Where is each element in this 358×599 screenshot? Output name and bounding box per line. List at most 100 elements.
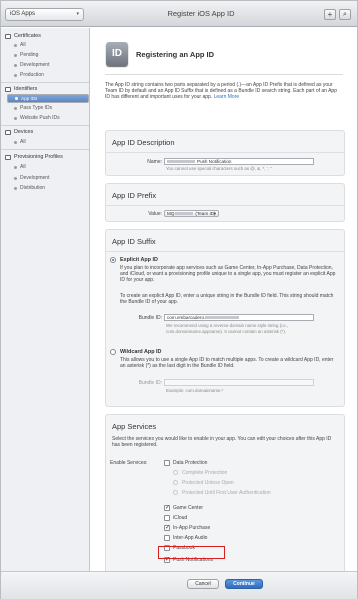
bundle-id-label: Bundle ID:	[138, 315, 162, 321]
add-button[interactable]: +	[324, 9, 336, 20]
section-heading: Registering an App ID	[136, 50, 215, 59]
inter-app-audio-checkbox[interactable]	[164, 535, 170, 541]
protected-unless-open-label: Protected Unless Open	[182, 480, 234, 486]
services-card: App Services Select the services you wou…	[105, 414, 345, 592]
sidebar-item-website-push-ids[interactable]: Website Push IDs	[14, 115, 60, 121]
game-center-checkbox[interactable]: ✓	[164, 505, 170, 511]
platform-select[interactable]: iOS Apps ▾	[5, 8, 84, 21]
bullet-icon	[14, 140, 17, 144]
sidebar: Certificates All Pending Development Pro…	[1, 28, 90, 599]
sidebar-item-profiles-all[interactable]: All	[14, 164, 26, 170]
wildcard-title: Wildcard App ID	[120, 349, 162, 355]
document-icon	[5, 154, 11, 160]
services-title: App Services	[112, 422, 157, 431]
description-title: App ID Description	[112, 138, 175, 147]
data-protection-label: Data Protection	[173, 460, 208, 466]
complete-protection-label: Complete Protection	[182, 470, 228, 476]
chevron-down-icon: ▾	[76, 11, 79, 17]
icloud-label: iCloud	[173, 515, 188, 521]
bullet-icon	[15, 97, 18, 100]
sidebar-item-profiles-development[interactable]: Development	[14, 175, 49, 181]
footer-bar: Cancel Continue	[1, 571, 357, 599]
redacted-text	[205, 316, 240, 320]
sidebar-item-distribution[interactable]: Distribution	[14, 185, 45, 191]
bundle-id-input[interactable]: com.embarcadero.	[164, 314, 314, 321]
divider	[106, 152, 344, 153]
platform-label: iOS Apps	[10, 11, 36, 17]
learn-more-link[interactable]: Learn More	[214, 94, 240, 100]
complete-protection-radio[interactable]	[173, 470, 178, 475]
intro-text: The App ID string contains two parts sep…	[105, 82, 337, 101]
divider	[105, 74, 343, 75]
sidebar-section-devices[interactable]: Devices	[5, 129, 33, 135]
continue-button[interactable]: Continue	[225, 579, 263, 589]
name-input[interactable]: Push Notification	[164, 158, 314, 165]
suffix-title: App ID Suffix	[112, 237, 156, 246]
main-content: ID Registering an App ID The App ID stri…	[91, 28, 357, 599]
bullet-icon	[14, 43, 17, 47]
data-protection-checkbox[interactable]	[164, 460, 170, 466]
sidebar-item-devices-all[interactable]: All	[14, 139, 26, 145]
bullet-icon	[14, 73, 17, 77]
id-icon	[5, 86, 11, 92]
in-app-purchase-checkbox[interactable]: ✓	[164, 525, 170, 531]
protected-until-auth-label: Protected Until First User Authenticatio…	[182, 490, 271, 496]
explicit-radio[interactable]	[110, 257, 116, 263]
icloud-checkbox[interactable]	[164, 515, 170, 521]
bullet-icon	[14, 106, 17, 110]
sidebar-item-pass-type-ids[interactable]: Pass Type IDs	[14, 105, 52, 111]
bullet-icon	[14, 165, 17, 169]
chevron-down-icon: ▾	[213, 211, 216, 216]
sidebar-section-certificates[interactable]: Certificates	[5, 33, 41, 39]
wildcard-bundle-input[interactable]	[164, 379, 314, 386]
wildcard-text: This allows you to use a single App ID t…	[120, 357, 334, 370]
sidebar-section-provisioning[interactable]: Provisioning Profiles	[5, 154, 63, 160]
sidebar-divider	[1, 82, 89, 83]
sidebar-item-certificates-all[interactable]: All	[14, 42, 26, 48]
sidebar-section-identifiers[interactable]: Identifiers	[5, 86, 37, 92]
device-icon	[5, 129, 11, 135]
prefix-select[interactable]: MQ (Team ID) ▾	[164, 210, 219, 217]
bundle-id-hint: We recommend using a reverse-domain name…	[166, 323, 289, 334]
divider	[106, 251, 344, 252]
divider	[106, 205, 344, 206]
wildcard-radio[interactable]	[110, 349, 116, 355]
sidebar-item-development[interactable]: Development	[14, 62, 49, 68]
redacted-text	[175, 212, 194, 216]
search-icon[interactable]: ⌕	[339, 9, 351, 20]
description-card: App ID Description Name: Push Notificati…	[105, 130, 345, 176]
explicit-text-2: To create an explicit App ID, enter a un…	[120, 293, 334, 306]
sidebar-item-pending[interactable]: Pending	[14, 52, 38, 58]
sidebar-item-app-ids[interactable]: App IDs	[7, 94, 89, 103]
page-title: Register iOS App ID	[167, 9, 235, 18]
bullet-icon	[14, 186, 17, 190]
game-center-label: Game Center	[173, 505, 204, 511]
redacted-text	[167, 160, 195, 164]
sidebar-divider	[1, 149, 89, 150]
protected-unless-open-radio[interactable]	[173, 480, 178, 485]
inter-app-audio-label: Inter-App Audio	[173, 535, 208, 541]
bullet-icon	[14, 176, 17, 180]
bullet-icon	[14, 63, 17, 67]
cancel-button[interactable]: Cancel	[187, 579, 219, 589]
app-id-icon: ID	[106, 42, 128, 66]
app-window: iOS Apps ▾ Register iOS App ID + ⌕ Certi…	[0, 0, 358, 599]
sidebar-item-production[interactable]: Production	[14, 72, 44, 78]
explicit-title: Explicit App ID	[120, 257, 158, 263]
suffix-card: App ID Suffix Explicit App ID If you pla…	[105, 229, 345, 407]
in-app-purchase-label: In-App Purchase	[173, 525, 211, 531]
name-hint: You cannot use special characters such a…	[166, 166, 272, 171]
certificate-icon	[5, 33, 11, 39]
wildcard-bundle-label: Bundle ID:	[138, 380, 162, 386]
sidebar-divider	[1, 125, 89, 126]
value-label: Value:	[148, 211, 162, 217]
protected-until-auth-radio[interactable]	[173, 490, 178, 495]
bullet-icon	[14, 53, 17, 57]
wildcard-hint: Example: com.domainname.*	[166, 388, 224, 393]
services-desc: Select the services you would like to en…	[112, 436, 332, 449]
bullet-icon	[14, 116, 17, 120]
name-label: Name:	[147, 159, 162, 165]
top-bar: iOS Apps ▾ Register iOS App ID + ⌕	[1, 1, 357, 27]
prefix-card: App ID Prefix Value: MQ (Team ID) ▾	[105, 183, 345, 222]
explicit-text: If you plan to incorporate app services …	[120, 265, 336, 284]
